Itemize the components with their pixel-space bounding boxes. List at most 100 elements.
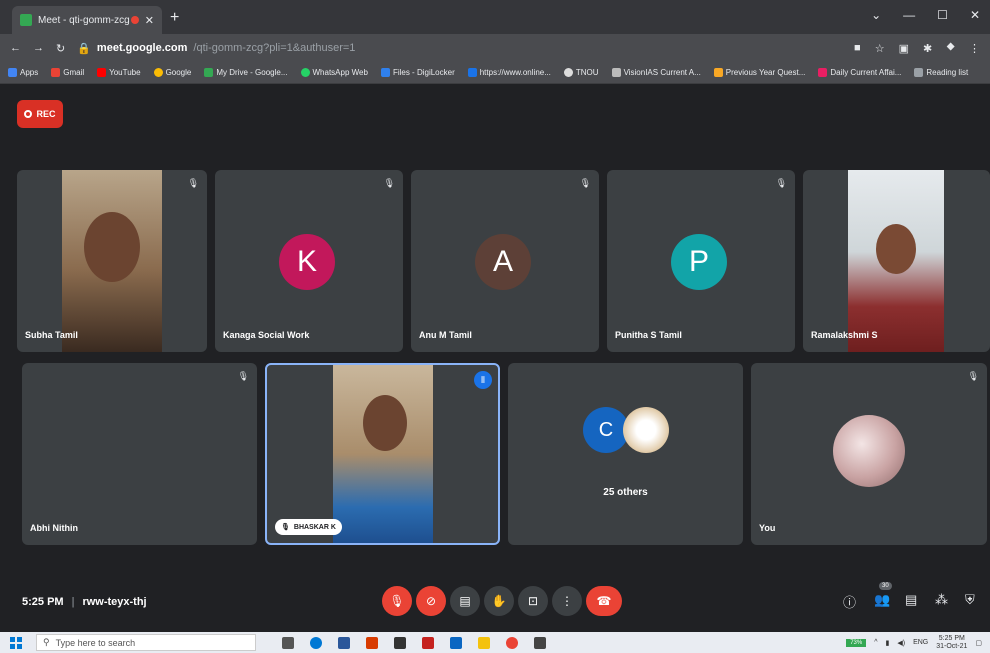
extension-icon[interactable]: ▣ — [899, 42, 909, 55]
host-controls-button[interactable]: ⛨ — [965, 592, 975, 608]
meeting-details-button[interactable]: ⓘ — [843, 592, 856, 611]
notifications-icon[interactable]: ▢ — [975, 639, 982, 647]
close-window-button[interactable]: ✕ — [970, 8, 980, 22]
linkedin-icon[interactable] — [450, 636, 462, 649]
participant-video — [848, 170, 944, 352]
participant-tile-kanaga[interactable]: K 🎙 Kanaga Social Work — [215, 170, 403, 352]
meeting-info: 5:25 PM | rww-teyx-thj — [22, 596, 147, 608]
camera-off-icon: ⊘ — [425, 594, 437, 608]
volume-icon[interactable]: ◀) — [897, 639, 905, 647]
apps-grid-icon — [8, 68, 17, 77]
participant-tile-subha[interactable]: 🎙 Subha Tamil — [17, 170, 207, 352]
tnou-icon — [563, 68, 573, 77]
maximize-button[interactable]: ☐ — [937, 8, 948, 22]
office-icon[interactable] — [366, 636, 378, 649]
bookmark-current-affairs[interactable]: Daily Current Affai... — [818, 68, 901, 77]
mic-toggle-button[interactable]: 🎙 — [382, 586, 412, 616]
participant-tile-abhi[interactable]: 🎙 Abhi Nithin — [22, 363, 257, 545]
people-icon: 👥 — [874, 592, 891, 607]
browser-tab-bar: Meet - qti-gomm-zcg ✕ + ⌄ — ☐ ✕ — [0, 0, 990, 34]
visionias-icon — [611, 68, 621, 77]
address-bar-actions: ■ ☆ ▣ ✱ ⯁ ⋮ — [854, 42, 980, 55]
minimize-button[interactable]: — — [903, 8, 915, 22]
participant-tile-anu[interactable]: A 🎙 Anu M Tamil — [411, 170, 599, 352]
captions-button[interactable]: ▤ — [450, 586, 480, 616]
people-button[interactable]: 👥 — [874, 592, 890, 608]
url-field[interactable]: 🔒 meet.google.com/qti-gomm-zcg?pli=1&aut… — [77, 42, 355, 55]
google-icon — [153, 68, 163, 77]
menu-kebab-icon[interactable]: ⋮ — [969, 42, 980, 55]
file-explorer-icon[interactable] — [478, 636, 490, 649]
bookmark-digilocker[interactable]: Files - DigiLocker — [380, 68, 455, 77]
chrome-icon[interactable] — [506, 636, 518, 649]
camera-in-use-icon[interactable]: ■ — [854, 42, 861, 55]
taskbar-clock[interactable]: 5:25 PM 31-Oct-21 — [936, 635, 967, 651]
activities-button[interactable]: ⁂ — [935, 592, 948, 608]
bookmark-page-icon — [713, 68, 723, 77]
language-indicator[interactable]: ENG — [913, 639, 928, 646]
participant-name: Anu M Tamil — [419, 330, 472, 340]
shield-icon: ⛨ — [965, 592, 975, 607]
gmail-app-icon[interactable] — [422, 636, 434, 649]
participant-tile-others[interactable]: C 25 others — [508, 363, 743, 545]
bookmark-pyq[interactable]: Previous Year Quest... — [713, 68, 805, 77]
bookmark-reading-list[interactable]: Reading list — [914, 68, 968, 77]
recording-button[interactable]: REC — [17, 100, 63, 128]
reload-icon[interactable]: ↻ — [56, 42, 65, 55]
bookmark-whatsapp[interactable]: WhatsApp Web — [300, 68, 368, 77]
gmail-icon — [51, 68, 61, 77]
search-placeholder: Type here to search — [55, 637, 136, 648]
store-icon[interactable] — [394, 636, 406, 649]
web-page-icon — [467, 68, 477, 77]
participant-tile-you[interactable]: 🎙 You — [751, 363, 987, 545]
url-path: /qti-gomm-zcg?pli=1&authuser=1 — [193, 42, 356, 54]
participant-name-pill: 🎙 BHASKAR K — [275, 519, 342, 535]
back-icon[interactable]: ← — [10, 42, 21, 54]
digilocker-icon — [380, 68, 390, 77]
windows-start-icon[interactable] — [10, 636, 22, 649]
close-tab-icon[interactable]: ✕ — [145, 14, 154, 27]
participant-avatar: P — [671, 234, 727, 290]
bookmark-star-icon[interactable]: ☆ — [875, 42, 885, 55]
leave-call-button[interactable]: ☎ — [586, 586, 622, 616]
participant-name: Abhi Nithin — [30, 523, 78, 533]
new-tab-button[interactable]: + — [170, 9, 179, 27]
task-view-icon[interactable] — [282, 636, 294, 649]
system-tray: 73% ^ ▮ ◀) ENG 5:25 PM 31-Oct-21 ▢ — [846, 635, 990, 651]
present-button[interactable]: ⊡ — [518, 586, 548, 616]
bookmark-gmail[interactable]: Gmail — [51, 68, 84, 77]
puzzle-icon[interactable]: ✱ — [923, 42, 932, 55]
bookmark-youtube[interactable]: YouTube — [97, 68, 141, 77]
browser-tab-meet[interactable]: Meet - qti-gomm-zcg ✕ — [12, 6, 162, 34]
mic-off-icon: 🎙 — [967, 371, 979, 381]
bookmark-online[interactable]: https://www.online... — [467, 68, 551, 77]
participant-name: Ramalakshmi S — [811, 330, 878, 340]
participant-tile-punitha[interactable]: P 🎙 Punitha S Tamil — [607, 170, 795, 352]
profile-icon[interactable]: ⯁ — [946, 42, 955, 55]
mic-off-icon: 🎙 — [237, 371, 249, 381]
battery-indicator[interactable]: 73% — [846, 638, 867, 647]
more-options-button[interactable]: ⋮ — [552, 586, 582, 616]
clock-date: 31-Oct-21 — [936, 642, 968, 650]
taskbar-search-box[interactable]: ⚲ Type here to search — [36, 634, 256, 651]
bookmark-drive[interactable]: My Drive - Google... — [204, 68, 288, 77]
bookmark-tnou[interactable]: TNOU — [563, 68, 599, 77]
network-icon[interactable]: ▮ — [886, 639, 890, 647]
participant-tile-ramalakshmi[interactable]: Ramalakshmi S — [803, 170, 990, 352]
tray-chevron-icon[interactable]: ^ — [874, 639, 877, 646]
forward-icon[interactable]: → — [33, 42, 44, 54]
word-icon[interactable] — [338, 636, 350, 649]
bookmark-visionias[interactable]: VisionIAS Current A... — [611, 68, 701, 77]
participant-video — [62, 170, 162, 352]
drive-icon — [204, 68, 214, 77]
edge-icon[interactable] — [310, 636, 322, 649]
news-icon — [818, 68, 828, 77]
chat-button[interactable]: ▤ — [905, 592, 917, 608]
tab-search-icon[interactable]: ⌄ — [871, 8, 881, 22]
app-icon[interactable] — [534, 636, 546, 649]
bookmark-google[interactable]: Google — [153, 68, 191, 77]
bookmark-apps[interactable]: Apps — [8, 68, 38, 77]
participant-tile-bhaskar[interactable]: ⦀ 🎙 BHASKAR K — [265, 363, 500, 545]
raise-hand-button[interactable]: ✋ — [484, 586, 514, 616]
camera-toggle-button[interactable]: ⊘ — [416, 586, 446, 616]
